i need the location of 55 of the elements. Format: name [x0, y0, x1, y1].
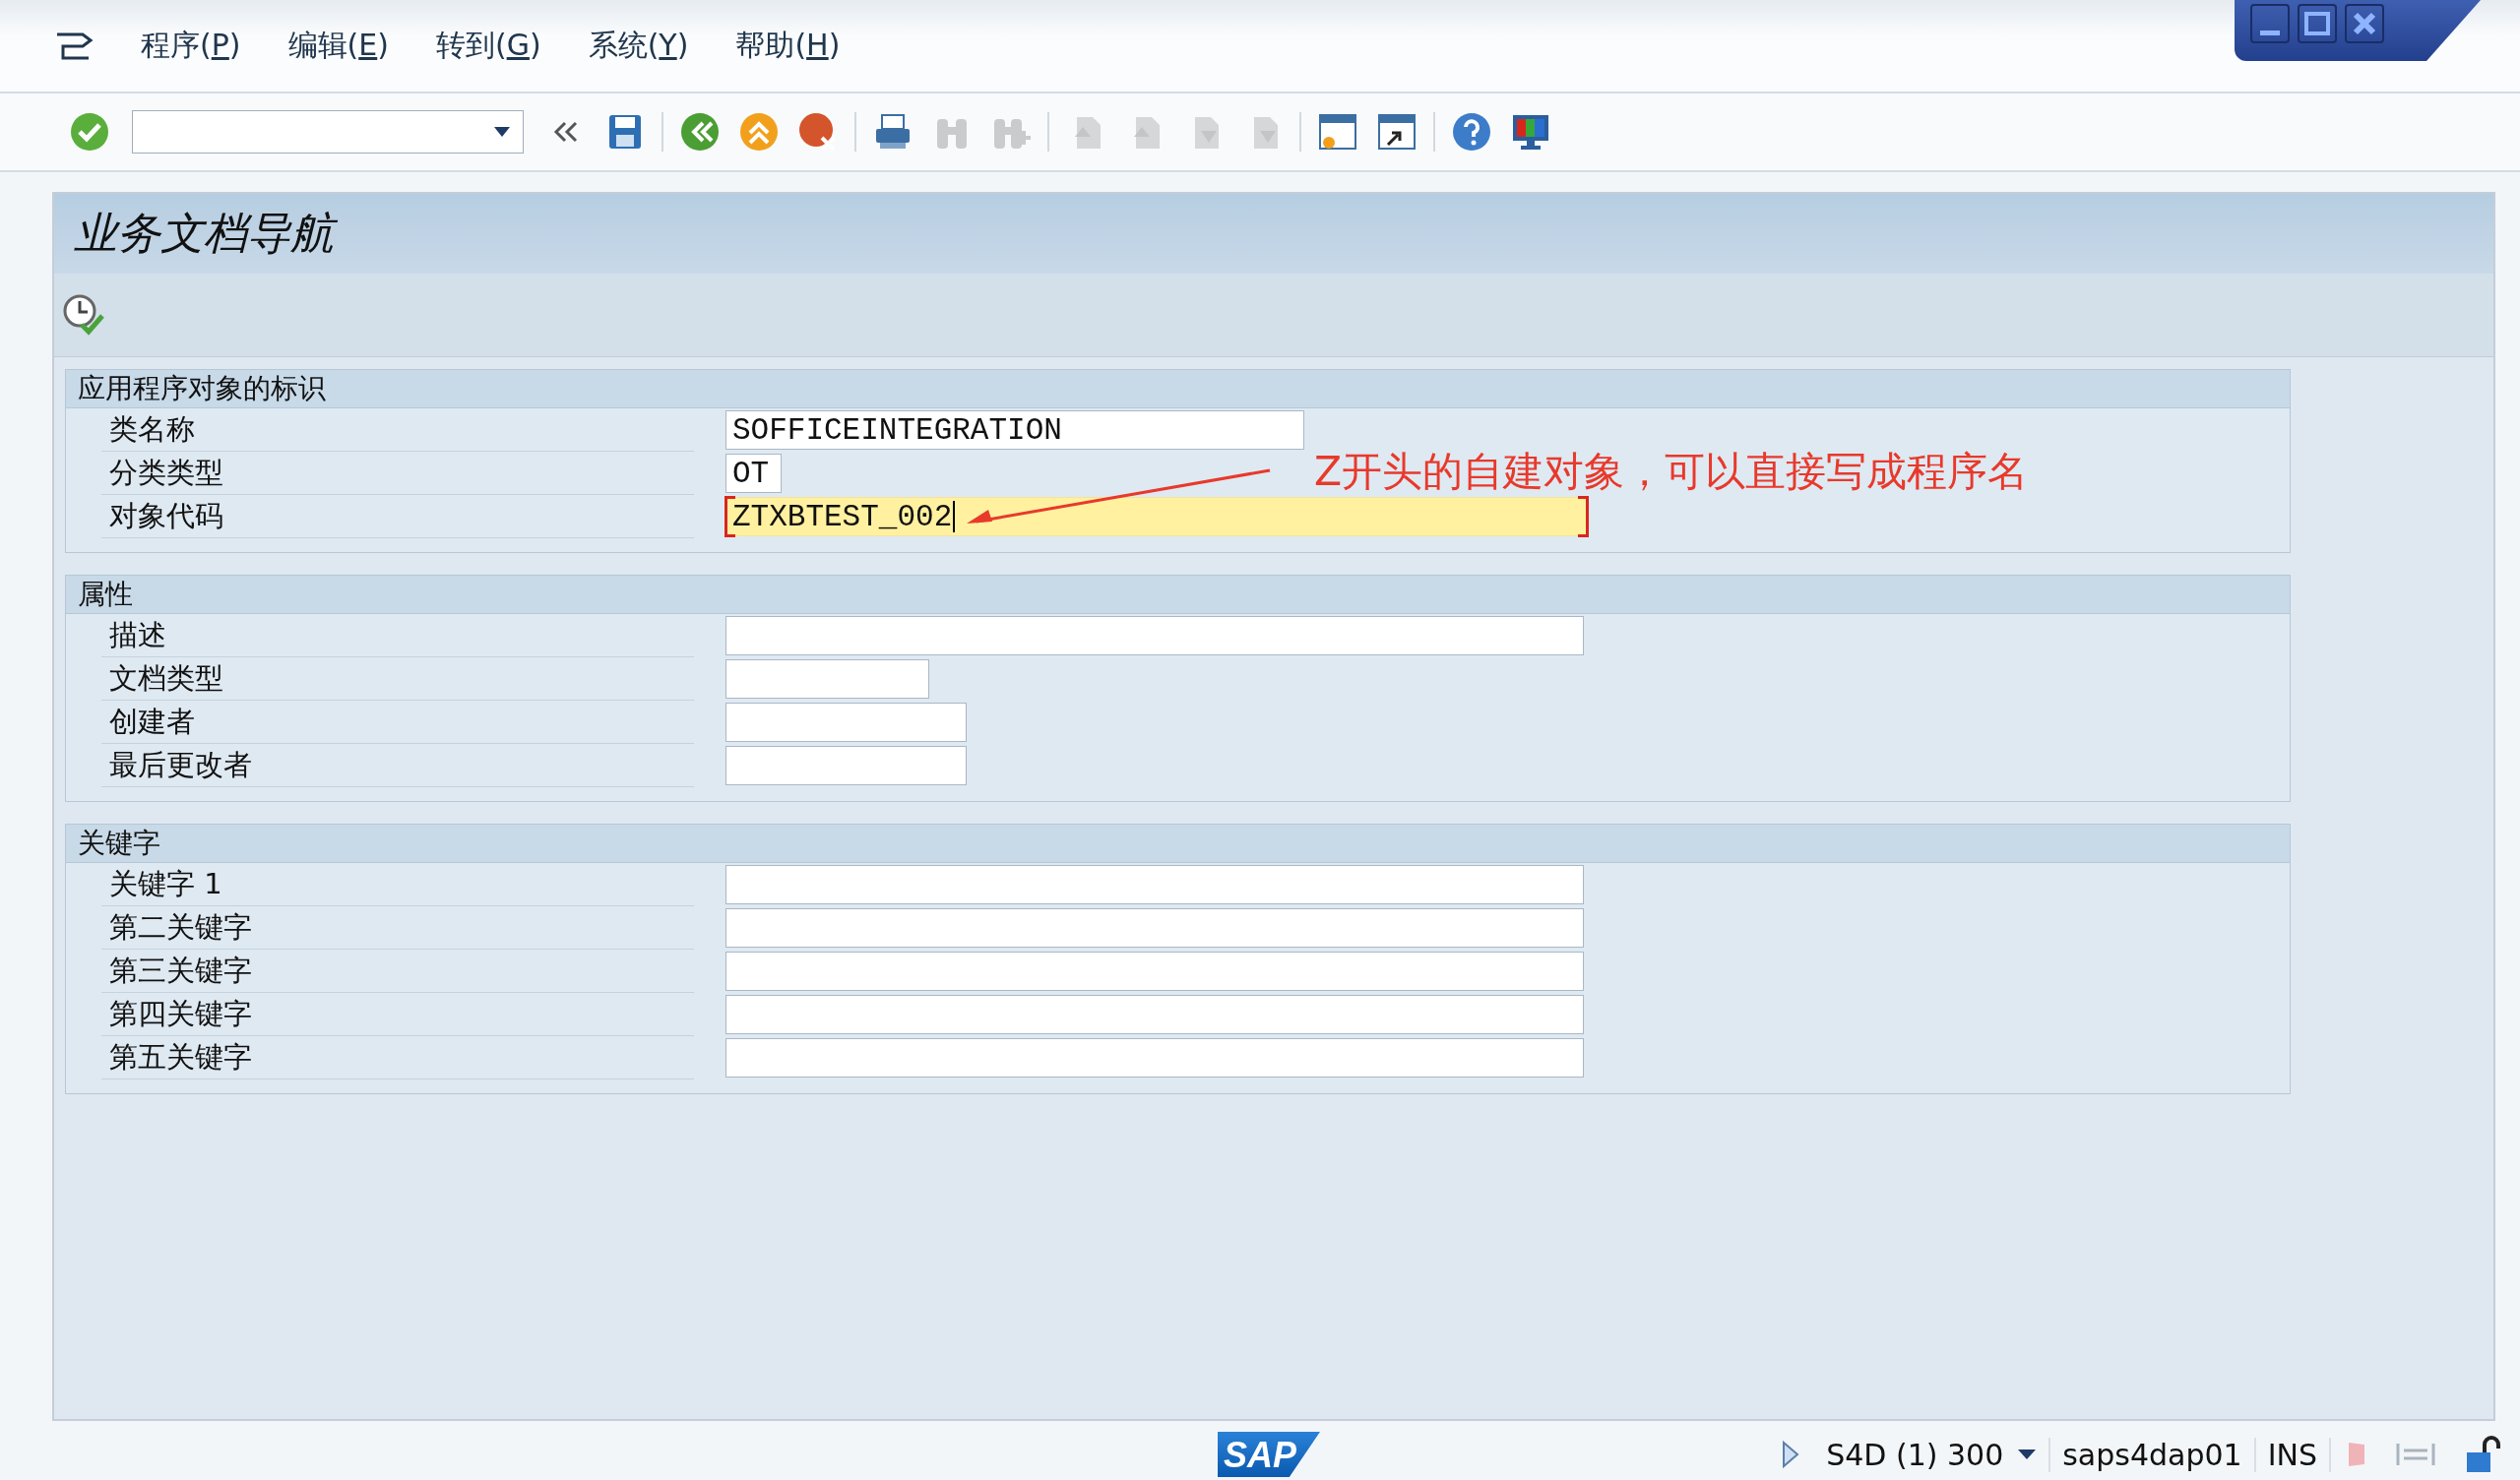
field-label: 第三关键字 — [101, 950, 694, 993]
new-window-icon — [1317, 111, 1358, 153]
dropdown-icon — [2017, 1449, 2038, 1460]
field-label: 第二关键字 — [101, 906, 694, 950]
minimize-icon — [2260, 30, 2280, 35]
minimize-button[interactable] — [2250, 4, 2290, 43]
back-icon — [679, 111, 721, 153]
menu-item[interactable]: 程序(P) — [141, 26, 241, 66]
menu-item[interactable]: 帮助(H) — [735, 26, 841, 66]
input-field[interactable] — [725, 865, 1584, 904]
close-button[interactable] — [2345, 4, 2384, 43]
field-label: 关键字 1 — [101, 863, 694, 906]
group-title: 属性 — [66, 576, 2290, 614]
input-field[interactable] — [725, 908, 1584, 948]
play-icon[interactable] — [1781, 1440, 1801, 1469]
field-label: 分类类型 — [101, 452, 694, 495]
server-name: saps4dap01 — [2050, 1437, 2256, 1472]
input-field[interactable]: OT — [725, 454, 782, 493]
input-field[interactable] — [725, 659, 929, 699]
field-label: 最后更改者 — [101, 744, 694, 787]
close-icon — [2353, 12, 2376, 35]
menu-item[interactable]: 系统(Y) — [588, 26, 689, 66]
input-field[interactable] — [725, 995, 1584, 1034]
input-field[interactable]: SOFFICEINTEGRATION — [725, 410, 1304, 450]
field-label: 第四关键字 — [101, 993, 694, 1036]
command-field[interactable] — [132, 110, 524, 154]
exit-icon — [738, 111, 780, 153]
group-title: 应用程序对象的标识 — [66, 370, 2290, 408]
field-label: 描述 — [101, 614, 694, 657]
menu-icon[interactable] — [54, 31, 94, 61]
field-label: 第五关键字 — [101, 1036, 694, 1079]
field-label: 文档类型 — [101, 657, 694, 701]
input-field[interactable] — [725, 1038, 1584, 1078]
system-info[interactable]: S4D (1) 300 — [1814, 1437, 2051, 1472]
shortcut-icon — [1376, 111, 1418, 153]
menu-item[interactable]: 编辑(E) — [287, 26, 389, 66]
dropdown-icon — [493, 126, 511, 138]
field-label: 创建者 — [101, 701, 694, 744]
sap-logo: SAP — [1218, 1432, 1320, 1477]
clock-check-icon[interactable] — [62, 293, 105, 337]
input-field[interactable]: ZTXBTEST_002 — [725, 497, 1588, 536]
help-icon — [1451, 111, 1492, 153]
maximize-icon — [2304, 12, 2330, 35]
maximize-button[interactable] — [2298, 4, 2337, 43]
field-label: 类名称 — [101, 408, 694, 452]
input-field[interactable] — [725, 952, 1584, 991]
input-field[interactable] — [725, 703, 967, 742]
input-field[interactable] — [725, 746, 967, 785]
input-field[interactable] — [725, 616, 1584, 655]
input-mode: INS — [2255, 1437, 2331, 1472]
annotation-text: Z开头的自建对象，可以直接写成程序名 — [1314, 447, 2029, 497]
group-title: 关键字 — [66, 825, 2290, 863]
check-icon — [69, 111, 110, 153]
menu-item[interactable]: 转到(G) — [435, 26, 541, 66]
field-label: 对象代码 — [101, 495, 694, 538]
